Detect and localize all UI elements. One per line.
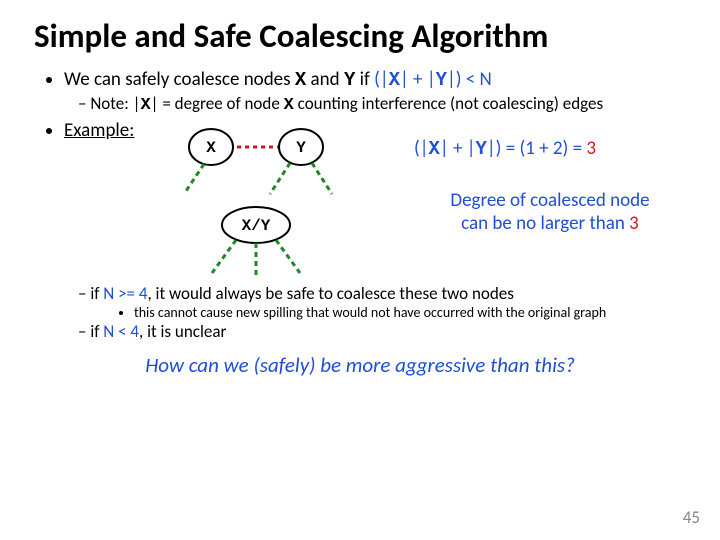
text: (| bbox=[374, 68, 389, 91]
graph-x-y: X Y bbox=[156, 119, 376, 199]
var-x: X bbox=[284, 96, 294, 115]
text: (| bbox=[414, 137, 429, 160]
text: if bbox=[90, 321, 103, 342]
cond: N < 4 bbox=[103, 321, 139, 342]
text: | + | bbox=[440, 137, 476, 160]
example-sub-list: if N >= 4, it would always be safe to co… bbox=[78, 283, 686, 342]
bullet-if-ge: if N >= 4, it would always be safe to co… bbox=[96, 283, 686, 321]
bullet-no-spill: this cannot cause new spilling that woul… bbox=[134, 304, 686, 321]
page-number: 45 bbox=[683, 507, 700, 528]
text: , it would always be safe to coalesce th… bbox=[147, 283, 513, 304]
cond: N >= 4 bbox=[103, 283, 147, 304]
calc-line: (|X| + |Y|) = (1 + 2) = 3 bbox=[414, 137, 686, 160]
bullet-example: Example: X Y bbox=[64, 119, 686, 342]
bullet-coalesce-rule: We can safely coalesce nodes X and Y if … bbox=[64, 68, 686, 115]
bullet-note: Note: |X| = degree of node X counting in… bbox=[96, 93, 686, 115]
interference-edge bbox=[184, 164, 204, 194]
degree-value: 3 bbox=[629, 212, 639, 235]
interference-edge bbox=[312, 163, 332, 194]
var-x: X bbox=[295, 69, 306, 91]
text: | = degree of node bbox=[151, 93, 284, 114]
graph-xy: X/Y bbox=[156, 199, 376, 281]
var-x: X bbox=[429, 138, 440, 160]
var-y: Y bbox=[436, 69, 447, 91]
calc-result: 3 bbox=[586, 137, 596, 160]
example-annotations: (|X| + |Y|) = (1 + 2) = 3 Degree of coal… bbox=[396, 119, 686, 236]
var-x: X bbox=[389, 69, 400, 91]
bullet-list: We can safely coalesce nodes X and Y if … bbox=[40, 68, 686, 342]
text: |) < N bbox=[447, 68, 492, 91]
sub-list: Note: |X| = degree of node X counting in… bbox=[78, 93, 686, 115]
text: if bbox=[90, 283, 103, 304]
var-y: Y bbox=[475, 138, 486, 160]
text: We can safely coalesce nodes bbox=[64, 68, 295, 91]
text: Degree of coalesced node bbox=[450, 189, 649, 212]
text: and bbox=[306, 68, 344, 91]
slide: Simple and Safe Coalescing Algorithm We … bbox=[0, 0, 720, 540]
sub-sub-list: this cannot cause new spilling that woul… bbox=[114, 304, 686, 321]
interference-edge bbox=[270, 163, 290, 194]
var-y: Y bbox=[344, 69, 355, 91]
text: | + | bbox=[400, 68, 436, 91]
text: |) = (1 + 2) = bbox=[487, 137, 586, 160]
text: if bbox=[355, 68, 374, 91]
node-x-label: X bbox=[206, 139, 216, 157]
text: , it is unclear bbox=[139, 321, 226, 342]
text: counting interference (not coalescing) e… bbox=[294, 93, 603, 114]
var-x: X bbox=[140, 96, 150, 115]
closing-question: How can we (safely) be more aggressive t… bbox=[34, 352, 686, 378]
text: Note: | bbox=[90, 93, 140, 114]
example-label: Example: bbox=[64, 119, 156, 142]
interference-edge bbox=[276, 240, 300, 273]
diagram-area: X Y X/Y bbox=[156, 119, 396, 281]
text: can be no larger than bbox=[461, 212, 629, 235]
interference-edge bbox=[212, 240, 236, 273]
page-title: Simple and Safe Coalescing Algorithm bbox=[34, 18, 686, 54]
example-row: Example: X Y bbox=[64, 119, 686, 281]
node-y-label: Y bbox=[296, 139, 306, 157]
degree-note: Degree of coalesced node can be no large… bbox=[414, 190, 686, 236]
bullet-if-lt: if N < 4, it is unclear bbox=[96, 321, 686, 342]
node-xy-label: X/Y bbox=[242, 217, 271, 235]
